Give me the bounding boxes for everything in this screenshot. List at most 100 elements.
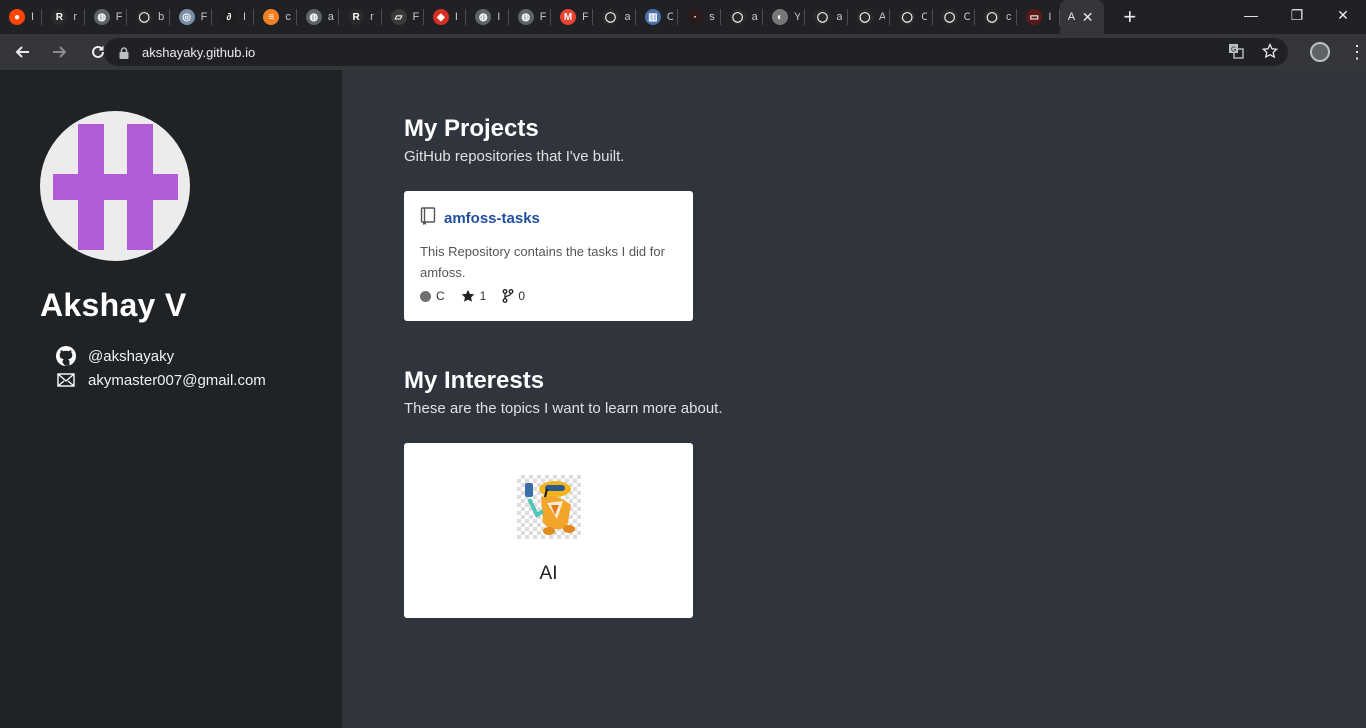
tab-title: a (624, 11, 631, 23)
tab-20[interactable]: ◯ A (848, 0, 891, 34)
project-card[interactable]: amfoss-tasks This Repository contains th… (404, 191, 693, 321)
interests-title: My Interests (404, 367, 545, 394)
arrow-right-icon (53, 46, 67, 58)
tab-favicon-icon: M (560, 9, 577, 25)
tab-title: F (115, 11, 122, 23)
tab-favicon-icon: ◯ (814, 9, 831, 25)
tab-favicon-icon: R (51, 9, 68, 25)
translate-icon[interactable]: G (1228, 43, 1244, 62)
projects-section: My Projects GitHub repositories that I'v… (404, 115, 1366, 321)
tab-title: F (200, 11, 207, 23)
tab-favicon-icon: ◯ (856, 9, 873, 25)
tab-title: I (454, 11, 458, 23)
tab-13[interactable]: MF (551, 0, 594, 34)
tab-title: F (582, 11, 589, 23)
projects-subtitle: GitHub repositories that I've built. (404, 148, 625, 165)
project-language: C (420, 289, 445, 303)
tab-22[interactable]: ◯ C (933, 0, 976, 34)
tab-title: I (31, 11, 35, 23)
minimize-button[interactable]: — (1228, 0, 1274, 30)
bookmark-star-icon[interactable] (1261, 42, 1279, 62)
github-icon (56, 346, 76, 366)
forward-button[interactable] (44, 38, 76, 66)
tab-9[interactable]: ▱ F (382, 0, 425, 34)
tab-title: C (921, 11, 928, 23)
profile-avatar[interactable] (1310, 42, 1330, 62)
new-tab-button[interactable]: + (1110, 0, 1150, 34)
tab-favicon-icon: ● (9, 9, 25, 25)
interest-image (516, 475, 581, 539)
tab-17[interactable]: ◯ a (721, 0, 764, 34)
email-link[interactable]: akymaster007@gmail.com (56, 368, 342, 392)
star-icon (461, 289, 474, 302)
tab-title: I (242, 11, 247, 23)
sidebar: Akshay V @akshayaky akymaster007@gmail.c… (0, 70, 342, 728)
tab-title: r (370, 11, 374, 23)
arrow-left-icon (15, 46, 29, 58)
robot-icon (524, 481, 575, 535)
tab-11[interactable]: ◍ I (466, 0, 510, 34)
tab-3[interactable]: ◯ b (127, 0, 170, 34)
tab-favicon-icon: ◯ (136, 9, 153, 25)
mail-icon (56, 370, 76, 390)
tab-18[interactable]: ◐ Y (763, 0, 806, 34)
tab-favicon-icon: ▭ (1026, 9, 1043, 25)
tab-title: I (497, 11, 501, 23)
tab-favicon-icon: ◯ (899, 9, 916, 25)
tab-24[interactable]: ▭ I (1017, 0, 1061, 34)
tab-6[interactable]: ≡ c (254, 0, 298, 34)
tab-5[interactable]: ∂ I (212, 0, 255, 34)
tab-favicon-icon: ◯ (941, 9, 958, 25)
contact-list: @akshayaky akymaster007@gmail.com (40, 344, 342, 392)
tab-title: s (709, 11, 715, 23)
tab-strip: ● I Rr ◍ F ◯ b ◎ F ∂ I ≡ c ◍ a Rr ▱ F ◆ I ◍ I ◍ F M F ◯ a ▥ C · s ◯ a ◐ Y ◯ a… (0, 0, 1366, 34)
star-count: 1 (479, 289, 487, 303)
tab-title: c (1005, 11, 1012, 23)
tab-2[interactable]: ◍ F (85, 0, 128, 34)
restore-button[interactable]: ❐ (1274, 0, 1320, 30)
close-window-button[interactable]: ✕ (1320, 0, 1366, 30)
tab-23[interactable]: ◯ c (975, 0, 1018, 34)
project-name-link[interactable]: amfoss-tasks (444, 210, 540, 227)
tab-8[interactable]: Rr (339, 0, 382, 34)
tab-title: b (158, 11, 165, 23)
tab-favicon-icon: ◍ (305, 9, 322, 25)
tab-14[interactable]: ◯ a (593, 0, 637, 34)
tab-21[interactable]: ◯ C (890, 0, 933, 34)
menu-kebab-icon[interactable]: ⋮ (1348, 42, 1366, 63)
tab-favicon-icon: ◆ (432, 9, 449, 25)
project-stars: 1 (461, 289, 487, 303)
url-text: akshayaky.github.io (142, 44, 256, 60)
address-bar[interactable]: akshayaky.github.io G (104, 38, 1288, 66)
browser-toolbar: akshayaky.github.io G (0, 34, 1366, 70)
window-controls: — ❐ ✕ (1228, 0, 1366, 30)
tab-favicon-icon: ◐ (772, 9, 789, 25)
tab-title: C (666, 11, 673, 23)
projects-title: My Projects (404, 115, 539, 142)
tab-0[interactable]: ● I (0, 0, 43, 34)
lock-icon (118, 45, 130, 59)
tab-title: C (963, 11, 970, 23)
tab-close-icon[interactable]: ✕ (1082, 10, 1094, 24)
tab-active[interactable]: A ✕ (1059, 0, 1104, 34)
tab-4[interactable]: ◎ F (170, 0, 213, 34)
tab-12[interactable]: ◍ F (509, 0, 552, 34)
tab-1[interactable]: Rr (42, 0, 86, 34)
fork-icon (502, 289, 514, 303)
tab-15[interactable]: ▥ C (636, 0, 679, 34)
tab-favicon-icon: ◍ (475, 9, 492, 25)
back-button[interactable] (6, 38, 38, 66)
tab-7[interactable]: ◍ a (297, 0, 340, 34)
interest-card[interactable]: AI (404, 443, 693, 618)
tab-19[interactable]: ◯ a (805, 0, 849, 34)
tab-favicon-icon: R (348, 9, 365, 25)
svg-text:G: G (1231, 46, 1236, 53)
tab-10[interactable]: ◆ I (424, 0, 467, 34)
project-header: amfoss-tasks (420, 207, 677, 230)
tab-title: a (751, 11, 758, 23)
tab-title: A (878, 11, 885, 23)
github-link[interactable]: @akshayaky (56, 344, 342, 368)
interest-label: AI (539, 563, 558, 584)
tab-16[interactable]: · s (678, 0, 722, 34)
tab-list: ● I Rr ◍ F ◯ b ◎ F ∂ I ≡ c ◍ a Rr ▱ F ◆ I ◍ I ◍ F M F ◯ a ▥ C · s ◯ a ◐ Y ◯ a… (0, 0, 1061, 34)
